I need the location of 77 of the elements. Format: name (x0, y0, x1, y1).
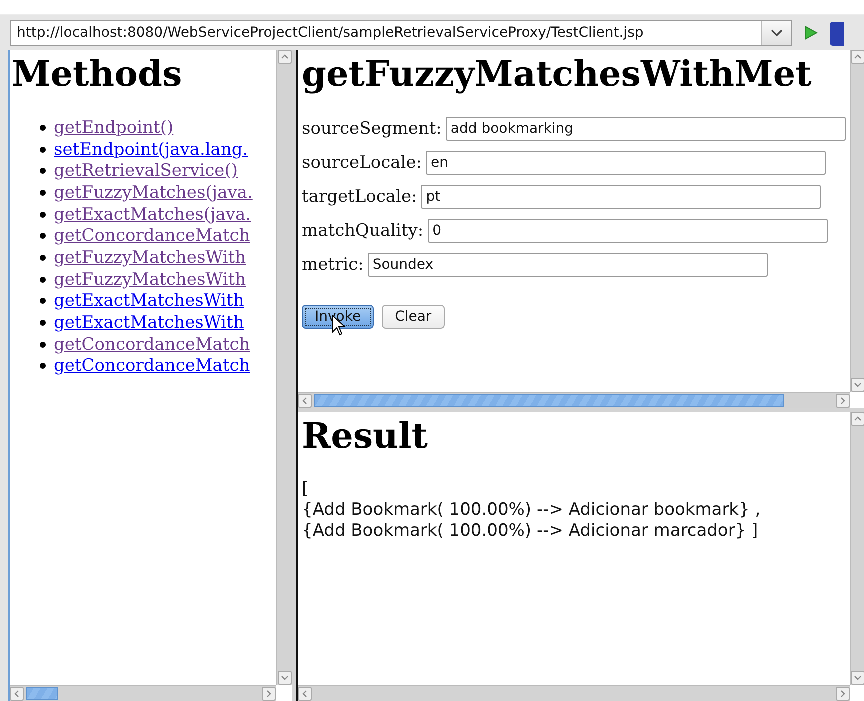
method-link[interactable]: getExactMatchesWith (54, 291, 244, 312)
bullet-icon (40, 146, 46, 153)
chevron-right-icon (265, 690, 273, 698)
method-link[interactable]: getRetrievalService() (54, 161, 238, 182)
bullet-icon (40, 212, 46, 218)
method-link[interactable]: getFuzzyMatchesWith (54, 248, 246, 268)
vertical-scrollbar[interactable] (276, 50, 292, 685)
input-field[interactable]: add bookmarking (446, 117, 846, 141)
horizontal-scrollbar[interactable] (298, 392, 850, 408)
scroll-down-button[interactable] (278, 671, 292, 685)
scroll-up-button[interactable] (278, 50, 292, 64)
method-heading: getFuzzyMatchesWithMet (302, 54, 813, 95)
method-link[interactable]: getFuzzyMatchesWith (54, 270, 246, 290)
scroll-left-button[interactable] (298, 394, 312, 408)
vertical-scrollbar[interactable] (850, 50, 864, 392)
bullet-icon (40, 342, 46, 348)
clear-button[interactable]: Clear (382, 305, 445, 329)
method-link[interactable]: setEndpoint(java.lang. (54, 140, 248, 160)
input-field[interactable]: 0 (428, 219, 828, 243)
chevron-down-icon (854, 381, 862, 389)
scroll-up-button[interactable] (850, 50, 864, 64)
result-line: [ (302, 479, 310, 500)
method-link[interactable]: getConcordanceMatch (54, 226, 250, 246)
method-link[interactable]: getEndpoint() (54, 118, 174, 138)
chevron-right-icon (839, 690, 847, 698)
bullet-icon (40, 254, 46, 261)
bullet-icon (40, 233, 46, 240)
chevron-left-icon (13, 690, 21, 698)
chevron-up-icon (854, 415, 862, 423)
bullet-icon (40, 190, 46, 196)
bullet-icon (40, 320, 46, 326)
bullet-icon (40, 168, 46, 174)
field-label: sourceSegment: (302, 119, 442, 139)
input-field[interactable]: en (426, 151, 826, 175)
field-label: sourceLocale: (302, 153, 422, 173)
address-field[interactable]: http://localhost:8080/WebServiceProjectClient/sampleRetrievalServiceProxy/TestClient.jsp (10, 20, 792, 46)
field-label: metric: (302, 255, 364, 275)
method-link[interactable]: getFuzzyMatches(java. (54, 182, 253, 203)
bullet-icon (40, 363, 46, 370)
method-link[interactable]: getExactMatchesWith (54, 313, 244, 334)
bullet-icon (40, 276, 46, 283)
chevron-up-icon (854, 53, 862, 61)
chevron-right-icon (839, 396, 847, 404)
scroll-down-button[interactable] (850, 378, 864, 392)
scrollbar-thumb[interactable] (314, 394, 784, 407)
chevron-down-icon (770, 29, 782, 37)
scroll-right-button[interactable] (262, 686, 276, 700)
method-link[interactable]: getConcordanceMatch (54, 356, 250, 376)
scroll-up-button[interactable] (850, 412, 864, 426)
vertical-scrollbar[interactable] (850, 412, 864, 685)
methods-heading: Methods (12, 54, 184, 95)
dropdown-button[interactable] (761, 21, 791, 45)
result-heading: Result (302, 416, 429, 457)
scroll-right-button[interactable] (836, 686, 850, 700)
chevron-down-icon (280, 674, 288, 682)
bullet-icon (40, 298, 46, 304)
scrollbar-thumb[interactable] (26, 687, 58, 700)
input-field[interactable]: Soundex (368, 253, 768, 277)
scroll-left-button[interactable] (10, 686, 24, 700)
bullet-icon (40, 124, 46, 131)
scroll-down-button[interactable] (850, 671, 864, 685)
chevron-down-icon (854, 674, 862, 682)
scroll-right-button[interactable] (836, 394, 850, 408)
field-label: matchQuality: (302, 221, 424, 241)
field-label: targetLocale: (302, 187, 418, 207)
chevron-left-icon (301, 396, 309, 404)
result-line: {Add Bookmark( 100.00%) --> Adicionar bookmark} , (302, 500, 762, 521)
chevron-left-icon (301, 690, 309, 698)
method-link[interactable]: getConcordanceMatch (54, 334, 250, 355)
method-link[interactable]: getExactMatches(java. (54, 204, 252, 225)
horizontal-scrollbar[interactable] (298, 685, 850, 701)
horizontal-scrollbar[interactable] (10, 685, 276, 701)
chevron-up-icon (280, 53, 288, 61)
play-icon (804, 26, 818, 40)
result-line: {Add Bookmark( 100.00%) --> Adicionar marcador} ] (302, 521, 760, 542)
scroll-left-button[interactable] (298, 686, 312, 700)
input-field[interactable]: pt (421, 185, 822, 209)
